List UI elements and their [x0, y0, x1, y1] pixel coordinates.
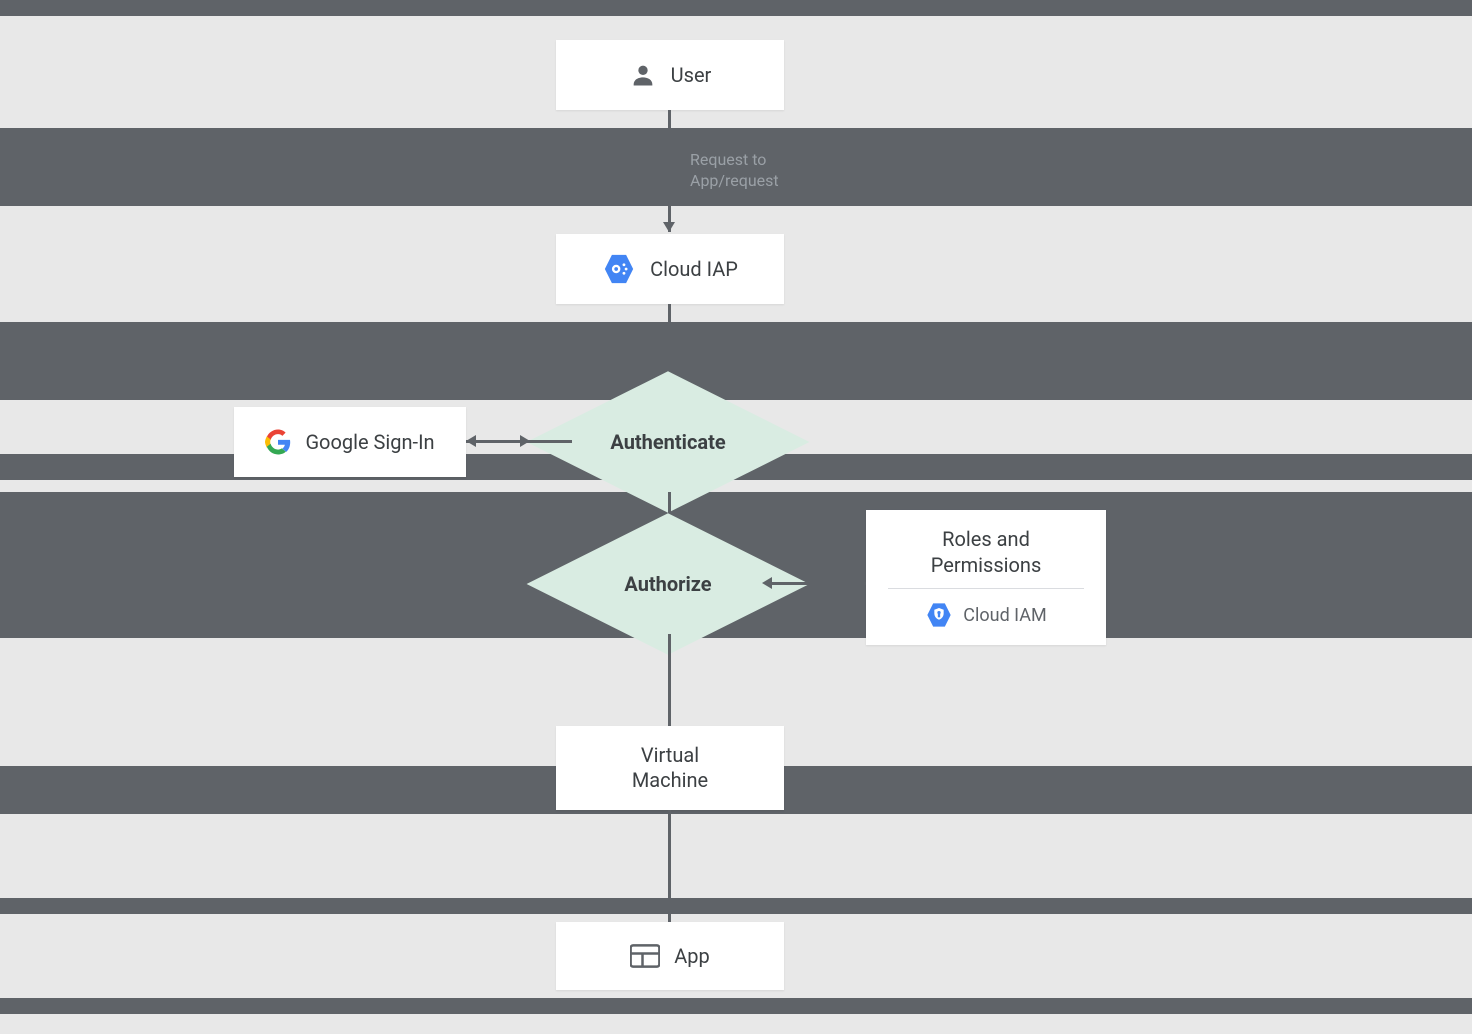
conn-authorize-vm: [668, 634, 671, 726]
node-user: User: [556, 40, 784, 110]
edge-label-line1: Request to: [690, 150, 779, 171]
node-vm-label: Virtual Machine: [632, 743, 708, 793]
band-3: [0, 322, 1472, 400]
band-top: [0, 0, 1472, 16]
node-virtual-machine: Virtual Machine: [556, 726, 784, 810]
node-app-label: App: [674, 944, 710, 969]
node-google-signin-label: Google Sign-In: [305, 430, 434, 455]
arrow-auth-signin: [466, 435, 476, 447]
gcp-hex-iam-shield-icon: [925, 601, 953, 629]
window-layout-icon: [630, 944, 660, 968]
node-roles-permissions: Roles and Permissions Cloud IAM: [866, 510, 1106, 645]
band-bottom: [0, 998, 1472, 1014]
band-6: [0, 898, 1472, 914]
node-google-signin: Google Sign-In: [234, 407, 466, 477]
divider: [888, 588, 1084, 589]
node-authorize: Authorize: [618, 534, 718, 634]
arrow-auth-signin-notch: [520, 435, 530, 447]
node-cloud-iap-label: Cloud IAP: [650, 257, 738, 282]
node-authorize-label: Authorize: [618, 534, 718, 634]
node-user-label: User: [671, 63, 712, 88]
google-g-icon: [265, 429, 291, 455]
arrow-user-iap: [663, 222, 675, 232]
node-cloud-iap: Cloud IAP: [556, 234, 784, 304]
conn-user-iap: [668, 110, 671, 232]
user-icon: [629, 61, 657, 89]
conn-roles-authorize: [770, 582, 866, 585]
edge-label-line2: App/request: [690, 171, 779, 192]
cloud-iam-label: Cloud IAM: [963, 605, 1046, 626]
conn-vm-app: [668, 810, 671, 922]
node-app: App: [556, 922, 784, 990]
edge-label-request: Request to App/request: [690, 150, 779, 192]
arrow-roles-authorize: [762, 577, 772, 589]
node-authenticate-label: Authenticate: [618, 392, 718, 492]
conn-auth-signin: [466, 440, 572, 443]
gcp-hex-iap-icon: [602, 252, 636, 286]
node-authenticate: Authenticate: [618, 392, 718, 492]
roles-title: Roles and Permissions: [888, 526, 1084, 578]
